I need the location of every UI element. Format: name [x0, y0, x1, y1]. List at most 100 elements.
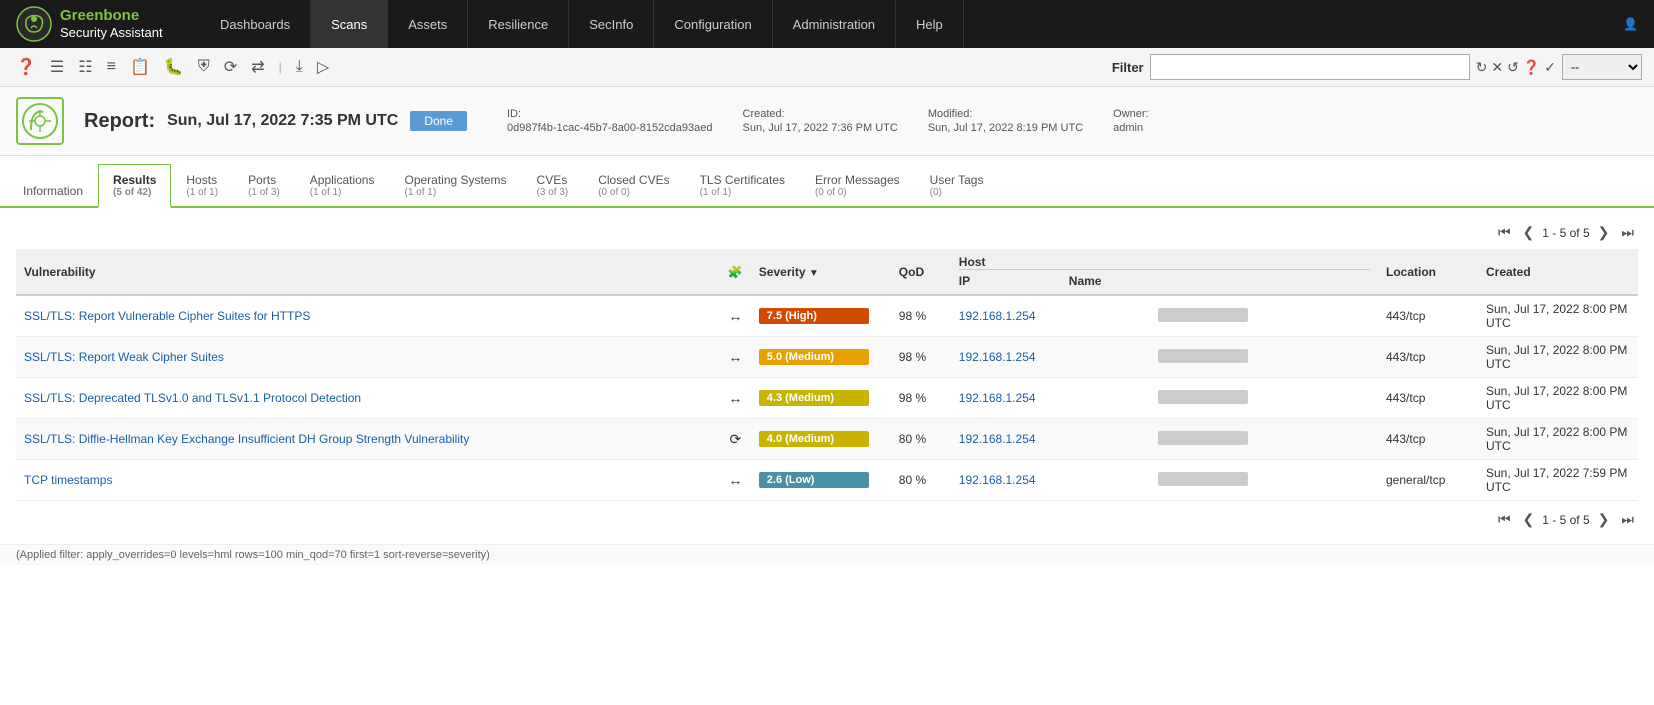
- trigger-icon[interactable]: ▷: [313, 55, 333, 79]
- filter-select[interactable]: --: [1562, 54, 1642, 80]
- nav-help[interactable]: Help: [896, 0, 964, 48]
- report-created: Created: Sun, Jul 17, 2022 7:36 PM UTC: [743, 108, 898, 134]
- report-status-badge: Done: [410, 111, 467, 131]
- vuln-location-cell: 443/tcp: [1378, 419, 1478, 460]
- vuln-qod-cell: 80 %: [891, 419, 951, 460]
- severity-badge: 4.3 (Medium): [759, 390, 869, 406]
- last-page-button[interactable]: ⏭: [1617, 222, 1638, 243]
- vuln-location-cell: general/tcp: [1378, 460, 1478, 501]
- filter-refresh-icon[interactable]: ↻: [1476, 59, 1488, 76]
- vuln-link[interactable]: SSL/TLS: Deprecated TLSv1.0 and TLSv1.1 …: [24, 391, 361, 405]
- table-header-row: Vulnerability 🧩 Severity ▼ QoD Host IP: [16, 249, 1638, 295]
- user-icon[interactable]: 👤: [1607, 17, 1654, 31]
- filter-edit-icon[interactable]: ✓: [1544, 59, 1556, 76]
- delta-icon[interactable]: ⇄: [247, 55, 268, 79]
- tab-hosts[interactable]: Hosts (1 of 1): [171, 164, 233, 206]
- note-icon[interactable]: 📋: [126, 55, 154, 79]
- first-page-button-bottom[interactable]: ⏮: [1494, 509, 1515, 530]
- override-icon[interactable]: ⟳: [220, 55, 241, 79]
- filter-reset-icon[interactable]: ↺: [1507, 59, 1519, 76]
- report-owner-label: Owner:: [1113, 108, 1148, 120]
- nav-secinfo[interactable]: SecInfo: [569, 0, 654, 48]
- next-page-button[interactable]: ❯: [1594, 222, 1614, 243]
- vuln-created-cell: Sun, Jul 17, 2022 7:59 PM UTC: [1478, 460, 1638, 501]
- host-name-blurred: [1158, 390, 1248, 404]
- tabs: Information Results (5 of 42) Hosts (1 o…: [0, 164, 1654, 208]
- nav-administration[interactable]: Administration: [773, 0, 896, 48]
- host-header-divider: Host: [959, 255, 1370, 270]
- download-icon[interactable]: ⤓: [292, 56, 307, 78]
- report-created-value: Sun, Jul 17, 2022 7:36 PM UTC: [743, 122, 898, 134]
- pagination-info: 1 - 5 of 5: [1542, 226, 1589, 240]
- filter-label: Filter: [1112, 60, 1144, 75]
- host-ip-link[interactable]: 192.168.1.254: [959, 350, 1036, 364]
- report-logo-icon: [16, 97, 64, 145]
- filter-clear-icon[interactable]: ✕: [1491, 59, 1503, 76]
- nav-configuration[interactable]: Configuration: [654, 0, 772, 48]
- report-title-area: Report: Sun, Jul 17, 2022 7:35 PM UTC Do…: [84, 110, 467, 133]
- tab-applications[interactable]: Applications (1 of 1): [295, 164, 390, 206]
- list-icon[interactable]: ☰: [46, 55, 68, 79]
- host-ip-link[interactable]: 192.168.1.254: [959, 432, 1036, 446]
- vuln-icon-cell: ↔: [720, 460, 751, 501]
- filter-help-icon[interactable]: ❓: [1523, 59, 1540, 76]
- logo-area: Greenbone Security Assistant: [0, 6, 200, 42]
- vuln-name-cell: SSL/TLS: Report Weak Cipher Suites: [16, 337, 720, 378]
- shield-icon[interactable]: ⛨: [194, 56, 214, 78]
- host-ip-link[interactable]: 192.168.1.254: [959, 473, 1036, 487]
- vuln-link[interactable]: SSL/TLS: Report Weak Cipher Suites: [24, 350, 224, 364]
- vuln-icon-cell: ⟳: [720, 419, 751, 460]
- vuln-host-ip-cell: 192.168.1.254: [951, 337, 1150, 378]
- tab-operating-systems[interactable]: Operating Systems (1 of 1): [389, 164, 521, 206]
- prev-page-button[interactable]: ❮: [1519, 222, 1539, 243]
- vuln-severity-cell: 4.0 (Medium): [751, 419, 891, 460]
- nav-dashboards[interactable]: Dashboards: [200, 0, 311, 48]
- prev-page-button-bottom[interactable]: ❮: [1519, 509, 1539, 530]
- help-icon[interactable]: ❓: [12, 55, 40, 79]
- toolbar: ❓ ☰ ☷ ≡ 📋 🐛 ⛨ ⟳ ⇄ | ⤓ ▷ Filter ↻ ✕ ↺ ❓ ✓…: [0, 48, 1654, 87]
- vuln-link[interactable]: SSL/TLS: Diffie-Hellman Key Exchange Ins…: [24, 432, 469, 446]
- host-ip-link[interactable]: 192.168.1.254: [959, 309, 1036, 323]
- nav-assets[interactable]: Assets: [388, 0, 468, 48]
- filter-input[interactable]: [1150, 54, 1470, 80]
- vuln-created-cell: Sun, Jul 17, 2022 8:00 PM UTC: [1478, 337, 1638, 378]
- vuln-icon-cell: ↔: [720, 295, 751, 337]
- vuln-created-cell: Sun, Jul 17, 2022 8:00 PM UTC: [1478, 378, 1638, 419]
- col-vulnerability: Vulnerability: [16, 249, 720, 295]
- vuln-name-cell: TCP timestamps: [16, 460, 720, 501]
- nav-resilience[interactable]: Resilience: [468, 0, 569, 48]
- tab-tls-certificates[interactable]: TLS Certificates (1 of 1): [685, 164, 800, 206]
- tab-results[interactable]: Results (5 of 42): [98, 164, 171, 208]
- last-page-button-bottom[interactable]: ⏭: [1617, 509, 1638, 530]
- tab-closed-cves[interactable]: Closed CVEs (0 of 0): [583, 164, 684, 206]
- list-alt-icon[interactable]: ☷: [74, 55, 96, 79]
- host-name-blurred: [1158, 349, 1248, 363]
- vuln-link[interactable]: TCP timestamps: [24, 473, 112, 487]
- report-id-label: ID:: [507, 108, 713, 120]
- tab-error-messages[interactable]: Error Messages (0 of 0): [800, 164, 915, 206]
- col-location: Location: [1378, 249, 1478, 295]
- host-ip-link[interactable]: 192.168.1.254: [959, 391, 1036, 405]
- report-owner: Owner: admin: [1113, 108, 1148, 134]
- next-page-button-bottom[interactable]: ❯: [1594, 509, 1614, 530]
- filter-icons: ↻ ✕ ↺ ❓ ✓: [1476, 59, 1556, 76]
- pagination-info-bottom: 1 - 5 of 5: [1542, 513, 1589, 527]
- vuln-link[interactable]: SSL/TLS: Report Vulnerable Cipher Suites…: [24, 309, 310, 323]
- vuln-host-ip-cell: 192.168.1.254: [951, 295, 1150, 337]
- vuln-host-ip-cell: 192.168.1.254: [951, 378, 1150, 419]
- vuln-severity-cell: 7.5 (High): [751, 295, 891, 337]
- tab-information[interactable]: Information: [8, 175, 98, 206]
- first-page-button[interactable]: ⏮: [1494, 222, 1515, 243]
- col-severity[interactable]: Severity ▼: [751, 249, 891, 295]
- host-sub-headers: IP Name: [959, 274, 1370, 288]
- content-area: ⏮ ❮ 1 - 5 of 5 ❯ ⏭ Vulnerability 🧩 Sever…: [0, 208, 1654, 544]
- tab-user-tags[interactable]: User Tags (0): [915, 164, 999, 206]
- tab-ports[interactable]: Ports (1 of 3): [233, 164, 295, 206]
- nav-scans[interactable]: Scans: [311, 0, 388, 48]
- table-row: SSL/TLS: Report Vulnerable Cipher Suites…: [16, 295, 1638, 337]
- filter-list-icon[interactable]: ≡: [103, 56, 120, 78]
- report-icon: [21, 102, 59, 140]
- tab-cves[interactable]: CVEs (3 of 3): [522, 164, 584, 206]
- severity-badge: 4.0 (Medium): [759, 431, 869, 447]
- bug-icon[interactable]: 🐛: [160, 55, 188, 79]
